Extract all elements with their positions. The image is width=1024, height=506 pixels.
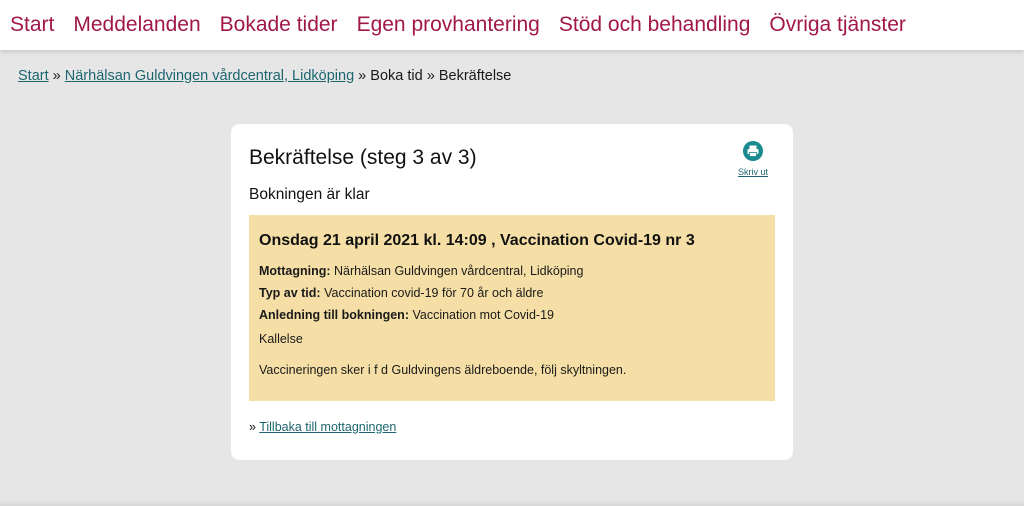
confirmation-card: Bekräftelse (steg 3 av 3) Skriv ut Bokni… (231, 124, 793, 460)
page-title: Bekräftelse (steg 3 av 3) (249, 146, 477, 169)
booking-details: Onsdag 21 april 2021 kl. 14:09 , Vaccina… (249, 215, 775, 401)
reason-row: Anledning till bokningen: Vaccination mo… (259, 304, 765, 326)
printer-icon (743, 141, 763, 161)
reason-value: Vaccination mot Covid-19 (412, 308, 554, 322)
breadcrumb-book: Boka tid (370, 68, 423, 84)
location-note: Vaccineringen sker i f d Guldvingens äld… (259, 363, 627, 377)
back-prefix: » (249, 420, 256, 434)
back-row: » Tillbaka till mottagningen (249, 420, 396, 434)
print-label[interactable]: Skriv ut (737, 167, 769, 177)
nav-item-other-services[interactable]: Övriga tjänster (769, 13, 906, 37)
summons-note: Kallelse (259, 332, 303, 346)
reason-label: Anledning till bokningen: (259, 308, 409, 322)
type-value: Vaccination covid-19 för 70 år och äldre (324, 286, 544, 300)
nav-item-messages[interactable]: Meddelanden (73, 13, 200, 37)
breadcrumb: Start » Närhälsan Guldvingen vårdcentral… (18, 68, 511, 84)
clinic-label: Mottagning: (259, 264, 331, 278)
booking-heading: Onsdag 21 april 2021 kl. 14:09 , Vaccina… (259, 232, 695, 249)
type-label: Typ av tid: (259, 286, 321, 300)
nav-item-support-treatment[interactable]: Stöd och behandling (559, 13, 751, 37)
breadcrumb-separator: » (52, 68, 61, 84)
nav-item-start[interactable]: Start (10, 13, 54, 37)
nav-item-self-testing[interactable]: Egen provhantering (357, 13, 540, 37)
breadcrumb-current: Bekräftelse (438, 68, 512, 84)
breadcrumb-clinic-link[interactable]: Närhälsan Guldvingen vårdcentral, Lidköp… (65, 68, 354, 84)
print-button[interactable]: Skriv ut (737, 141, 769, 177)
clinic-value: Närhälsan Guldvingen vårdcentral, Lidköp… (334, 264, 584, 278)
breadcrumb-start-link[interactable]: Start (18, 68, 49, 84)
page-footer-edge (0, 500, 1024, 506)
back-to-clinic-link[interactable]: Tillbaka till mottagningen (259, 420, 396, 434)
clinic-row: Mottagning: Närhälsan Guldvingen vårdcen… (259, 260, 765, 282)
type-row: Typ av tid: Vaccination covid-19 för 70 … (259, 282, 765, 304)
breadcrumb-separator: » (358, 68, 367, 84)
breadcrumb-separator: » (426, 68, 435, 84)
booking-status: Bokningen är klar (249, 186, 370, 203)
top-navigation: Start Meddelanden Bokade tider Egen prov… (0, 0, 1024, 50)
nav-item-booked-times[interactable]: Bokade tider (220, 13, 338, 37)
